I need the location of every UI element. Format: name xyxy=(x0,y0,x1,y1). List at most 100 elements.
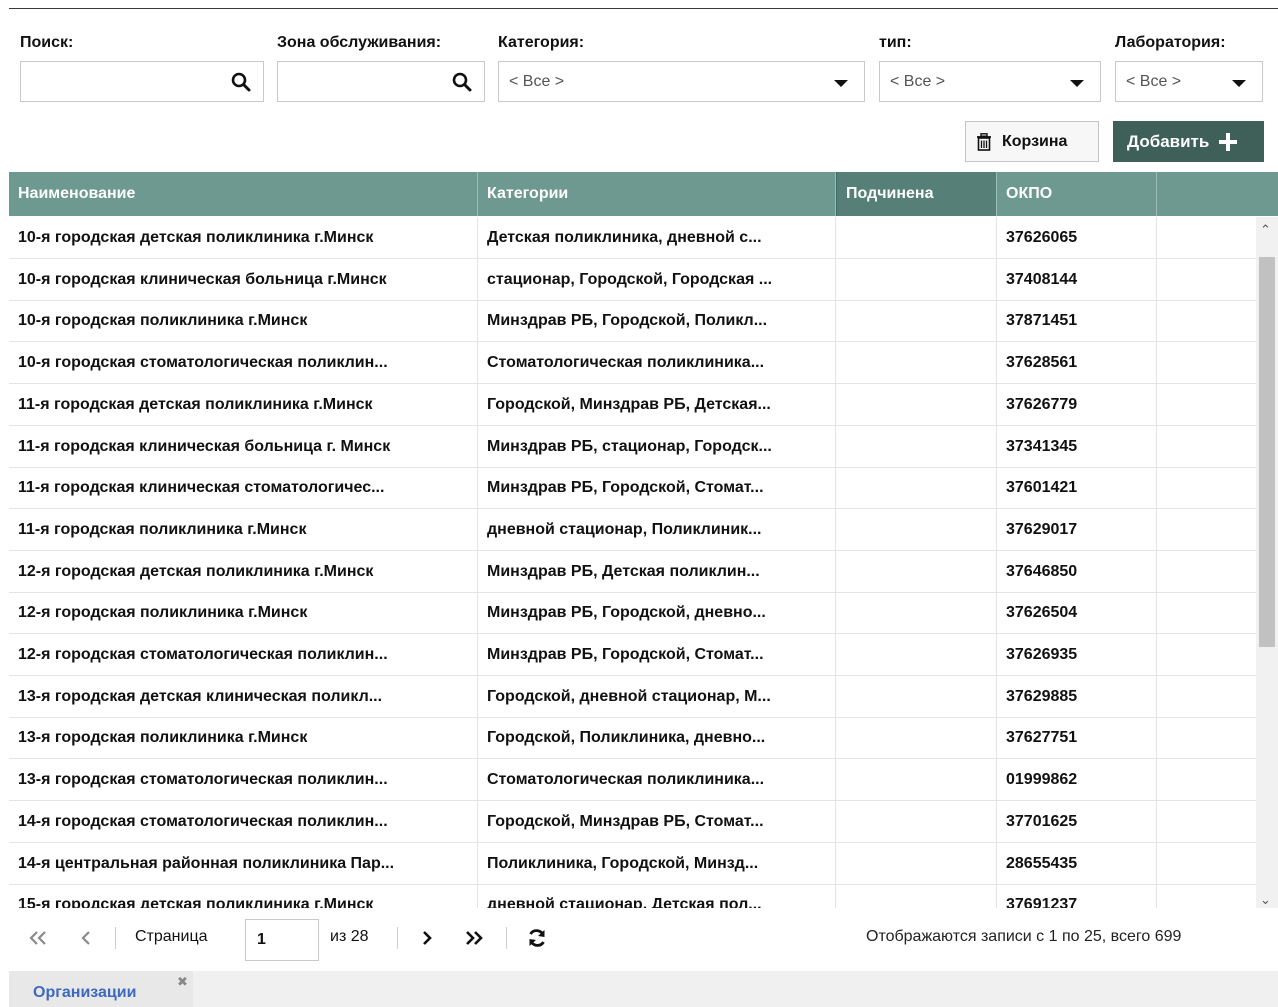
cell-categories: Городской, Минздрав РБ, Стомат... xyxy=(478,801,836,842)
cell-okpo: 01999862 xyxy=(997,759,1157,800)
column-header-categories[interactable]: Категории xyxy=(478,172,836,216)
cell-okpo: 37626935 xyxy=(997,634,1157,675)
lab-select-value: < Все > xyxy=(1126,73,1182,90)
cell-name: 12-я городская детская поликлиника г.Мин… xyxy=(9,551,478,592)
add-button[interactable]: Добавить xyxy=(1113,121,1264,162)
cell-actions xyxy=(1157,759,1256,800)
cell-okpo: 37701625 xyxy=(997,801,1157,842)
table-row[interactable]: 10-я городская детская поликлиника г.Мин… xyxy=(9,217,1256,259)
table-row[interactable]: 14-я центральная районная поликлиника Па… xyxy=(9,843,1256,885)
chevron-down-icon[interactable] xyxy=(1070,80,1084,87)
cell-categories: Минздрав РБ, Городской, дневно... xyxy=(478,592,836,633)
scroll-down-icon[interactable]: ⌄ xyxy=(1260,893,1271,907)
search-input[interactable] xyxy=(20,61,264,102)
cell-okpo: 28655435 xyxy=(997,843,1157,884)
table-row[interactable]: 10-я городская клиническая больница г.Ми… xyxy=(9,259,1256,301)
organizations-grid: Наименование Категории Подчинена ОКПО 10… xyxy=(9,172,1278,908)
table-row[interactable]: 10-я городская стоматологическая поликли… xyxy=(9,342,1256,384)
cell-actions xyxy=(1157,634,1256,675)
table-row[interactable]: 13-я городская детская клиническая полик… xyxy=(9,676,1256,718)
table-header: Наименование Категории Подчинена ОКПО xyxy=(9,172,1278,216)
chevron-left-icon xyxy=(81,931,90,945)
cell-name: 11-я городская клиническая стоматологиче… xyxy=(9,467,478,508)
cell-parent xyxy=(836,717,997,758)
trash-icon xyxy=(977,132,991,151)
cell-categories: Стоматологическая поликлиника... xyxy=(478,342,836,383)
trash-button[interactable]: Корзина xyxy=(965,121,1099,162)
cell-actions xyxy=(1157,592,1256,633)
cell-parent xyxy=(836,342,997,383)
table-row[interactable]: 11-я городская поликлиника г.Минск дневно… xyxy=(9,509,1256,551)
cell-categories: Минздрав РБ, Городской, Поликл... xyxy=(478,300,836,341)
search-icon[interactable] xyxy=(231,72,251,92)
next-page-button[interactable] xyxy=(414,923,440,953)
refresh-icon xyxy=(529,929,545,947)
cell-parent xyxy=(836,801,997,842)
column-header-name[interactable]: Наименование xyxy=(9,172,478,216)
table-row[interactable]: 10-я городская поликлиника г.Минск Минздр… xyxy=(9,300,1256,342)
cell-categories: Минздрав РБ, Детская поликлин... xyxy=(478,551,836,592)
cell-actions xyxy=(1157,467,1256,508)
type-select[interactable]: < Все > xyxy=(879,61,1101,102)
column-header-okpo[interactable]: ОКПО xyxy=(997,172,1157,216)
zone-input[interactable] xyxy=(277,61,485,102)
cell-parent xyxy=(836,217,997,258)
pager-separator xyxy=(397,927,398,949)
table-row[interactable]: 11-я городская клиническая больница г. М… xyxy=(9,426,1256,468)
table-row[interactable]: 13-я городская стоматологическая поликли… xyxy=(9,759,1256,801)
column-header-parent[interactable]: Подчинена xyxy=(836,172,997,216)
cell-name: 10-я городская стоматологическая поликли… xyxy=(9,342,478,383)
first-page-button[interactable] xyxy=(25,923,51,953)
tab-organizations[interactable]: Организации ✖ xyxy=(9,971,193,1007)
previous-page-button[interactable] xyxy=(73,923,99,953)
refresh-button[interactable] xyxy=(524,923,550,953)
chevron-down-icon[interactable] xyxy=(1232,80,1246,87)
column-header-actions xyxy=(1157,172,1278,216)
cell-okpo: 37601421 xyxy=(997,467,1157,508)
cell-okpo: 37629885 xyxy=(997,676,1157,717)
table-row[interactable]: 11-я городская детская поликлиника г.Мин… xyxy=(9,384,1256,426)
cell-name: 11-я городская детская поликлиника г.Мин… xyxy=(9,384,478,425)
table-body: 10-я городская детская поликлиника г.Мин… xyxy=(9,217,1256,908)
cell-actions xyxy=(1157,551,1256,592)
type-label: тип: xyxy=(879,34,912,51)
vertical-scrollbar[interactable]: ⌃ ⌄ xyxy=(1256,217,1278,908)
cell-actions xyxy=(1157,717,1256,758)
table-row[interactable]: 14-я городская стоматологическая поликли… xyxy=(9,801,1256,843)
table-row[interactable]: 12-я городская детская поликлиника г.Мин… xyxy=(9,551,1256,593)
category-select[interactable]: < Все > xyxy=(498,61,865,102)
category-select-value: < Все > xyxy=(509,73,565,90)
table-row[interactable]: 13-я городская поликлиника г.Минск Городс… xyxy=(9,717,1256,759)
lab-label: Лаборатория: xyxy=(1115,34,1226,51)
cell-categories: Городской, Поликлиника, дневно... xyxy=(478,717,836,758)
cell-parent xyxy=(836,509,997,550)
search-icon[interactable] xyxy=(452,72,472,92)
plus-icon xyxy=(1219,132,1238,151)
cell-name: 13-я городская поликлиника г.Минск xyxy=(9,717,478,758)
page-number-value: 1 xyxy=(257,931,266,948)
table-row[interactable]: 12-я городская стоматологическая поликли… xyxy=(9,634,1256,676)
cell-categories: Стоматологическая поликлиника... xyxy=(478,759,836,800)
lab-select[interactable]: < Все > xyxy=(1115,61,1263,102)
table-row[interactable]: 12-я городская поликлиника г.Минск Минздр… xyxy=(9,592,1256,634)
cell-okpo: 37626779 xyxy=(997,384,1157,425)
close-icon[interactable]: ✖ xyxy=(177,974,188,990)
cell-name: 12-я городская стоматологическая поликли… xyxy=(9,634,478,675)
search-text[interactable] xyxy=(21,62,263,101)
page-number-input[interactable]: 1 xyxy=(245,919,319,961)
cell-okpo: 37627751 xyxy=(997,717,1157,758)
tab-bar: Организации ✖ xyxy=(9,971,1278,1007)
add-button-label: Добавить xyxy=(1127,131,1210,151)
table-row[interactable]: 15-я городская детская поликлиника г.Мин… xyxy=(9,884,1256,908)
table-row[interactable]: 11-я городская клиническая стоматологиче… xyxy=(9,467,1256,509)
cell-name: 12-я городская поликлиника г.Минск xyxy=(9,592,478,633)
chevron-down-icon[interactable] xyxy=(834,80,848,87)
cell-name: 11-я городская поликлиника г.Минск xyxy=(9,509,478,550)
scroll-up-icon[interactable]: ⌃ xyxy=(1260,223,1271,237)
cell-name: 13-я городская детская клиническая полик… xyxy=(9,676,478,717)
top-divider xyxy=(9,8,1278,9)
last-page-button[interactable] xyxy=(461,923,487,953)
cell-parent xyxy=(836,551,997,592)
scrollbar-thumb[interactable] xyxy=(1259,257,1275,647)
cell-parent xyxy=(836,467,997,508)
